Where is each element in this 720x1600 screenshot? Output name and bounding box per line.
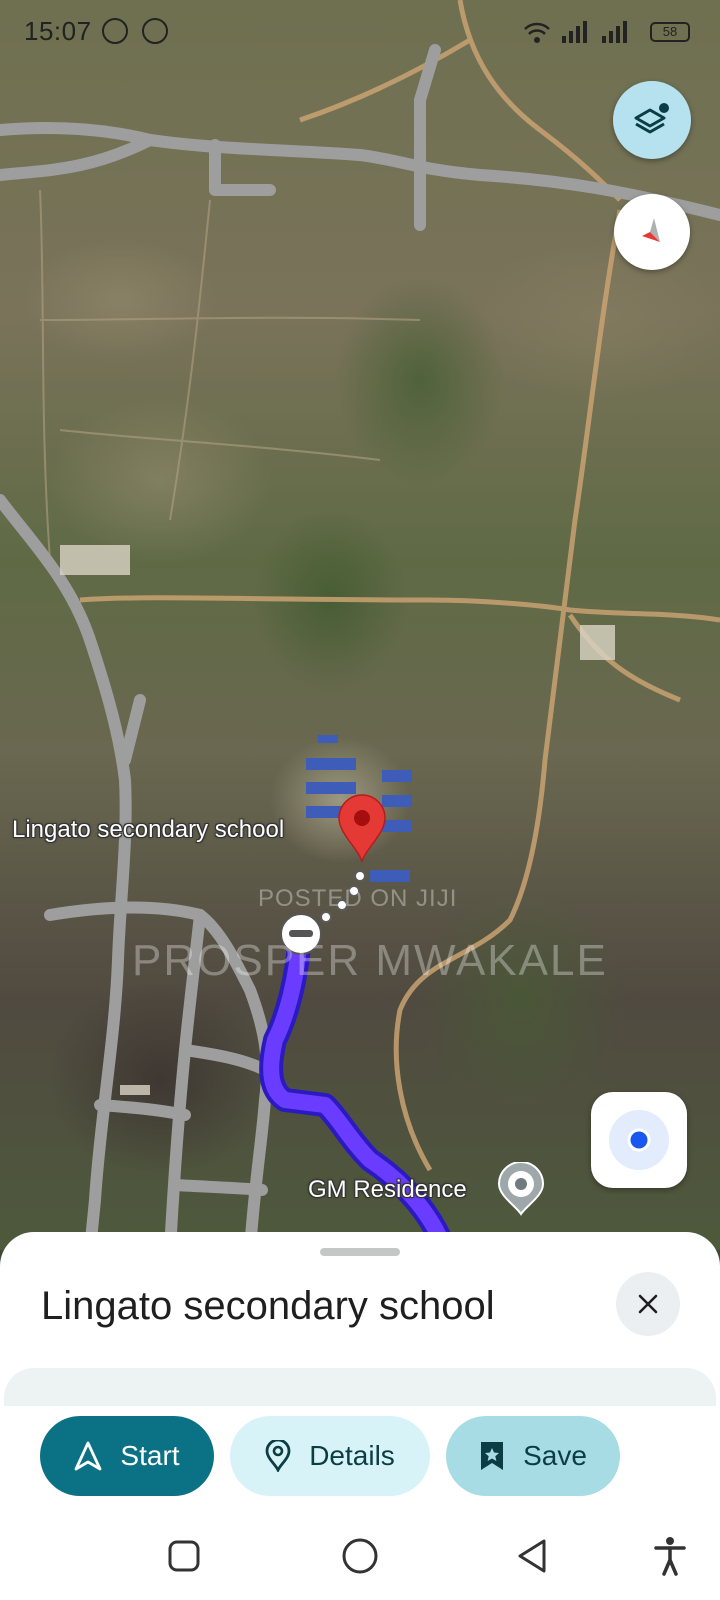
map-roads [0, 0, 720, 1250]
layers-icon [634, 103, 669, 134]
save-label: Save [523, 1440, 587, 1471]
navigation-arrow-icon [75, 1441, 102, 1471]
status-time: 15:07 [24, 16, 92, 46]
map-label-origin: GM Residence [308, 1176, 467, 1203]
accessibility-icon [654, 1537, 686, 1576]
wifi-icon [524, 22, 550, 49]
start-label: Start [120, 1440, 180, 1471]
bookmark-icon [481, 1442, 504, 1470]
place-title: Lingato secondary school [41, 1284, 495, 1328]
recents-icon [168, 1540, 200, 1572]
watermark-line2: PROSPER MWAKALE [132, 936, 608, 985]
watermark-line1: POSTED ON JIJI [258, 885, 458, 912]
origin-marker-icon[interactable] [496, 1162, 546, 1218]
location-pin-icon [265, 1440, 291, 1472]
accessibility-button[interactable] [646, 1532, 694, 1580]
layers-button[interactable] [613, 81, 691, 159]
destination-pin-icon[interactable] [337, 794, 387, 864]
sheet-drag-handle[interactable] [320, 1248, 400, 1256]
recents-button[interactable] [160, 1532, 208, 1580]
my-location-icon [609, 1110, 669, 1170]
signal-icon [600, 20, 628, 49]
whatsapp-icon [142, 18, 168, 44]
home-button[interactable] [336, 1532, 384, 1580]
details-label: Details [309, 1440, 395, 1471]
system-nav-bar [0, 1510, 720, 1600]
satellite-map[interactable]: 15:07 58 Lingato secondary school POSTED… [0, 0, 720, 1250]
close-button[interactable] [616, 1272, 680, 1336]
start-button[interactable]: Start [40, 1416, 214, 1496]
signal-icon [560, 20, 588, 49]
back-button[interactable] [508, 1532, 556, 1580]
close-icon [638, 1294, 658, 1314]
compass-icon [642, 218, 660, 242]
battery-label: 58 [662, 24, 678, 39]
home-icon [342, 1538, 378, 1574]
back-icon [518, 1539, 546, 1573]
details-button[interactable]: Details [230, 1416, 430, 1496]
my-location-button[interactable] [591, 1092, 687, 1188]
map-label-destination: Lingato secondary school [12, 816, 285, 843]
compass-button[interactable] [614, 194, 690, 270]
battery-icon: 58 [650, 22, 690, 42]
save-button[interactable]: Save [446, 1416, 620, 1496]
whatsapp-icon [102, 18, 128, 44]
